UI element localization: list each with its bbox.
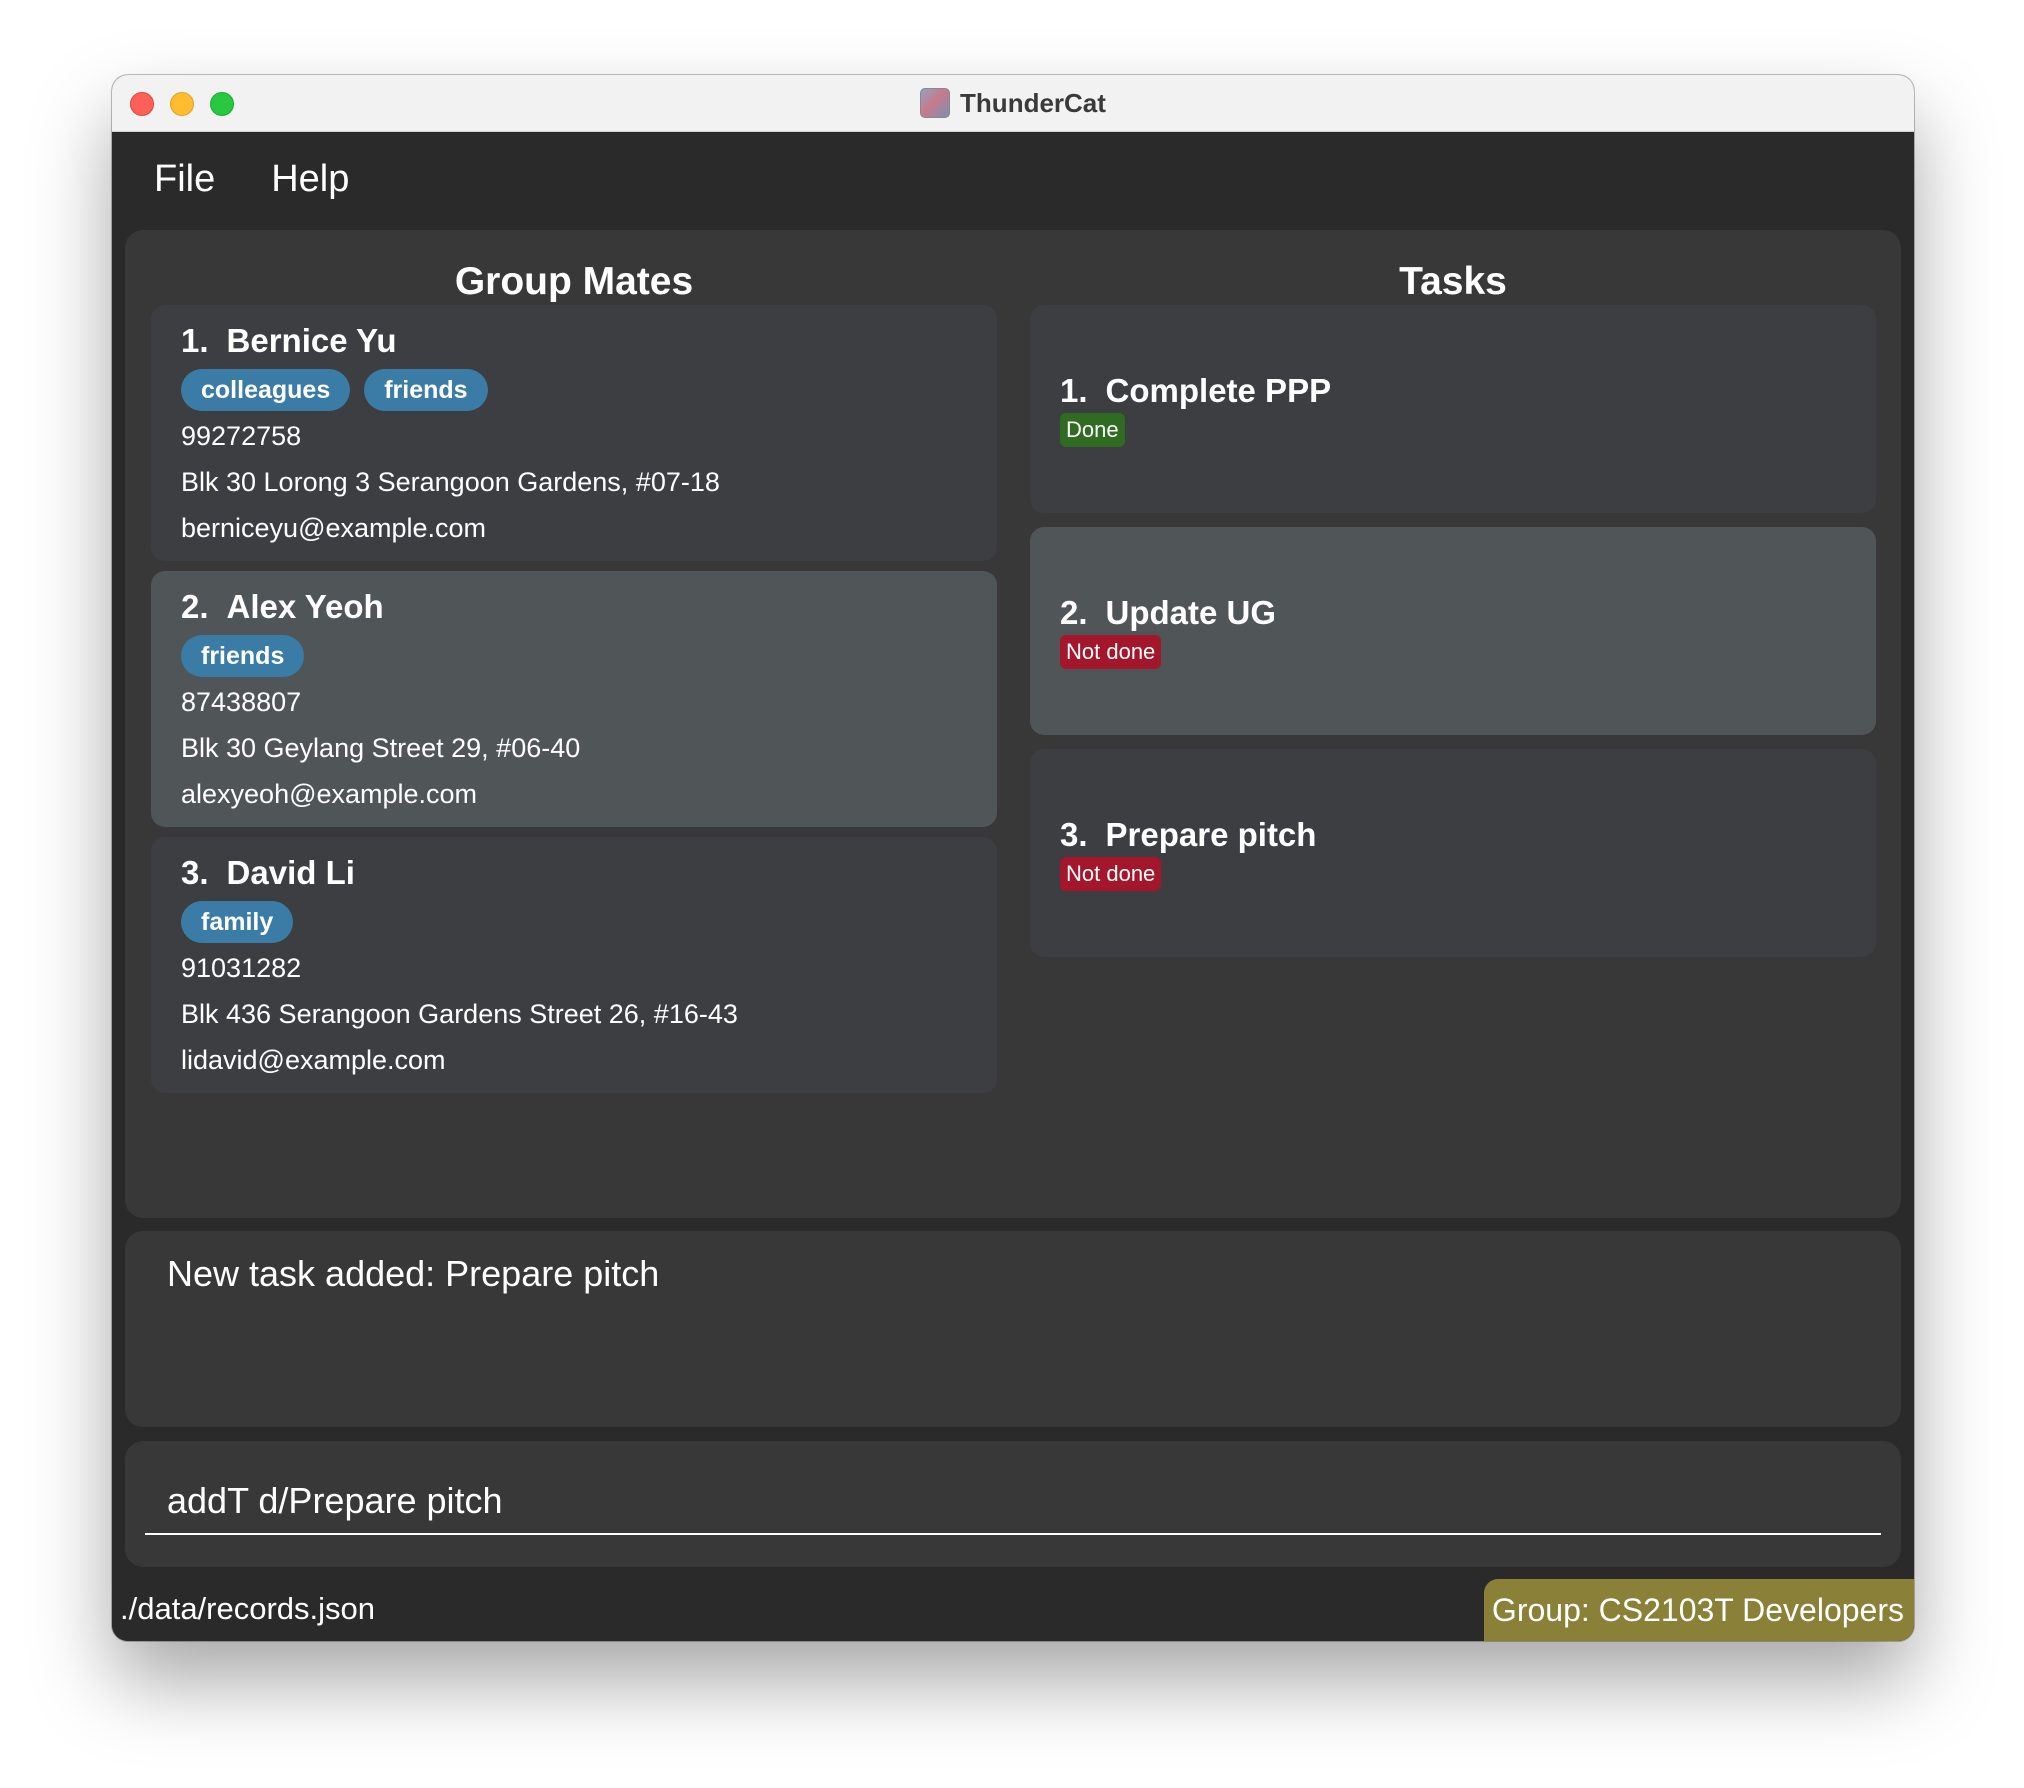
task-card[interactable]: 1. Complete PPP Done	[1030, 305, 1876, 513]
task-name-row: 3. Prepare pitch	[1060, 815, 1846, 855]
save-location-path: ./data/records.json	[120, 1591, 376, 1626]
person-phone: 87438807	[181, 687, 302, 717]
person-index: 1.	[181, 322, 209, 359]
result-message: New task added: Prepare pitch	[167, 1253, 660, 1294]
tag-badge: colleagues	[181, 369, 351, 411]
task-status-badge: Not done	[1060, 635, 1162, 669]
person-name: Bernice Yu	[226, 322, 397, 359]
person-name-row: 1. Bernice Yu	[181, 317, 967, 365]
menu-help[interactable]: Help	[271, 158, 349, 201]
person-email: berniceyu@example.com	[181, 513, 487, 543]
window-title: ThunderCat	[960, 87, 1106, 118]
person-name: Alex Yeoh	[226, 588, 384, 625]
group-mates-title: Group Mates	[454, 260, 694, 303]
task-index: 2.	[1060, 594, 1088, 631]
tag-badge: friends	[181, 635, 305, 677]
person-card[interactable]: 3. David Li family 91031282 Blk 436 Seran…	[151, 837, 997, 1093]
person-index: 2.	[181, 588, 209, 625]
menu-bar: File Help	[112, 132, 1914, 227]
main-panel: Group Mates Tasks 1. Bernice Yu colleague…	[125, 230, 1901, 1218]
person-phone: 91031282	[181, 953, 302, 983]
person-tags: family	[181, 901, 967, 945]
app-logo-icon	[920, 88, 951, 118]
person-name-row: 2. Alex Yeoh	[181, 583, 967, 631]
task-card[interactable]: 2. Update UG Not done	[1030, 527, 1876, 735]
group-badge: Group: CS2103T Developers	[1483, 1579, 1914, 1641]
window-title-group: ThunderCat	[920, 88, 1106, 119]
command-input[interactable]	[145, 1469, 1881, 1535]
task-index: 1.	[1060, 372, 1088, 409]
task-name: Complete PPP	[1105, 372, 1332, 409]
task-status-badge: Done	[1060, 413, 1125, 447]
person-card[interactable]: 2. Alex Yeoh friends 87438807 Blk 30 Geyl…	[151, 571, 997, 827]
person-name-row: 3. David Li	[181, 849, 967, 897]
person-address: Blk 30 Geylang Street 29, #06-40	[181, 733, 581, 763]
zoom-window-button[interactable]	[210, 92, 234, 116]
person-phone: 99272758	[181, 421, 302, 451]
close-window-button[interactable]	[130, 92, 154, 116]
menu-file[interactable]: File	[154, 158, 215, 201]
person-tags: friends	[181, 635, 967, 679]
task-name: Prepare pitch	[1105, 816, 1317, 853]
command-box	[125, 1441, 1901, 1567]
task-name: Update UG	[1105, 594, 1277, 631]
tasks-title: Tasks	[1399, 260, 1507, 303]
tag-badge: family	[181, 901, 294, 943]
person-index: 3.	[181, 854, 209, 891]
title-bar[interactable]: ThunderCat	[112, 75, 1914, 132]
person-address: Blk 30 Lorong 3 Serangoon Gardens, #07-1…	[181, 467, 720, 497]
task-name-row: 1. Complete PPP	[1060, 371, 1846, 411]
person-address: Blk 436 Serangoon Gardens Street 26, #16…	[181, 999, 738, 1029]
person-email: alexyeoh@example.com	[181, 779, 478, 809]
task-card[interactable]: 3. Prepare pitch Not done	[1030, 749, 1876, 957]
tag-badge: friends	[364, 369, 488, 411]
status-bar: ./data/records.json Group: CS2103T Devel…	[112, 1579, 1914, 1641]
task-name-row: 2. Update UG	[1060, 593, 1846, 633]
minimize-window-button[interactable]	[170, 92, 194, 116]
result-display: New task added: Prepare pitch	[125, 1231, 1901, 1427]
app-window: ThunderCat File Help Group Mates Tasks 1…	[112, 75, 1914, 1641]
task-status-badge: Not done	[1060, 857, 1162, 891]
person-tags: colleagues friends	[181, 369, 967, 413]
person-email: lidavid@example.com	[181, 1045, 446, 1075]
person-card[interactable]: 1. Bernice Yu colleagues friends 99272758…	[151, 305, 997, 561]
task-index: 3.	[1060, 816, 1088, 853]
person-name: David Li	[226, 854, 355, 891]
window-controls	[130, 92, 234, 116]
